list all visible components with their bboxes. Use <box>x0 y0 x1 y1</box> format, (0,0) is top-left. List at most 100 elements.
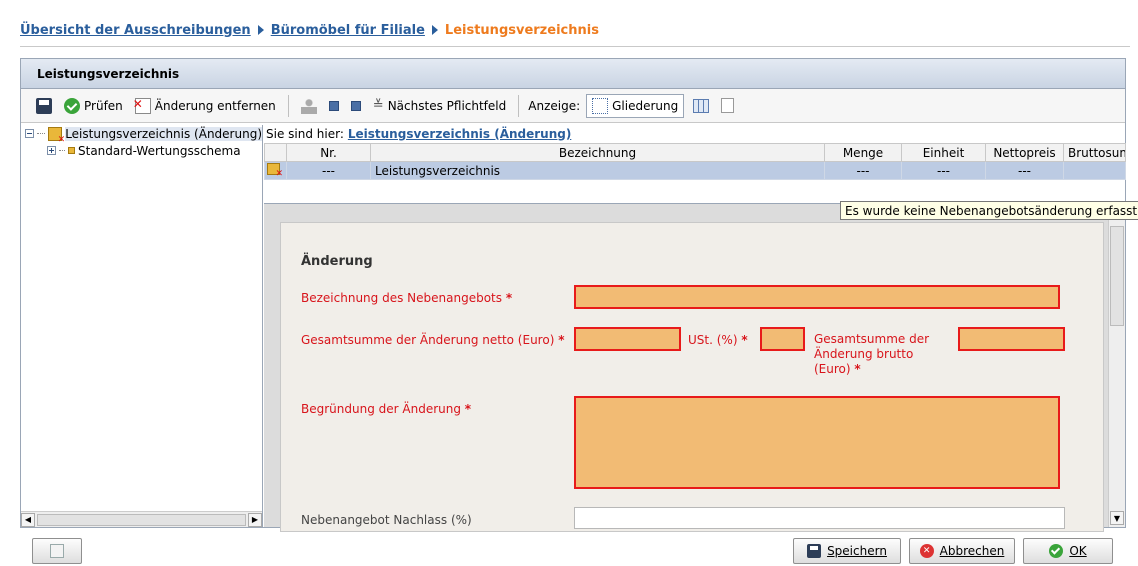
nachlass-field[interactable] <box>574 507 1065 529</box>
remove-change-label: Änderung entfernen <box>154 98 276 113</box>
ust-field[interactable] <box>760 327 805 351</box>
print-button[interactable] <box>32 538 82 564</box>
cancel-button[interactable]: ✕ Abbrechen <box>909 538 1015 564</box>
node-icon <box>68 147 75 154</box>
change-form: Änderung Bezeichnung des Nebenangebots *… <box>280 222 1104 532</box>
check-button-label: Prüfen <box>84 98 123 113</box>
save-icon <box>807 544 822 558</box>
panel-title: Leistungsverzeichnis <box>37 66 180 81</box>
move-up-button[interactable] <box>326 94 342 118</box>
toolbar-separator <box>287 94 289 117</box>
breadcrumb-link-overview[interactable]: Übersicht der Ausschreibungen <box>20 23 251 38</box>
required-marker: * <box>854 362 861 376</box>
breadcrumb-separator-icon <box>257 25 264 35</box>
cancel-button-label: Abbrechen <box>939 544 1005 558</box>
tree-item-root-label: Leistungsverzeichnis (Änderung) <box>65 126 262 141</box>
tree-item-child[interactable]: Standard-Wertungsschema <box>21 142 262 159</box>
next-required-field-label: Nächstes Pflichtfeld <box>387 98 507 113</box>
begruendung-label: Begründung der Änderung * <box>301 402 471 417</box>
table-view-button[interactable] <box>690 94 712 118</box>
items-table: Nr. Bezeichnung Menge Einheit Nettopreis… <box>264 143 1126 180</box>
table-icon <box>693 98 710 113</box>
content-pane: Sie sind hier: Leistungsverzeichnis (Änd… <box>264 125 1138 532</box>
bezeichnung-field[interactable] <box>574 285 1060 309</box>
tree-connector <box>37 133 46 134</box>
cell-nr: --- <box>286 161 371 180</box>
breadcrumb-separator-icon <box>431 25 438 35</box>
cell-bruttosumme <box>1063 161 1126 180</box>
location-bar: Sie sind hier: Leistungsverzeichnis (Änd… <box>264 125 1125 143</box>
column-header-menge[interactable]: Menge <box>824 143 902 162</box>
sort-icon: ≚ <box>372 98 384 113</box>
cancel-icon: ✕ <box>919 544 934 558</box>
required-marker: * <box>505 291 513 305</box>
required-marker: * <box>558 333 565 347</box>
tree-item-child-label: Standard-Wertungsschema <box>78 143 241 158</box>
bezeichnung-label-text: Bezeichnung des Nebenangebots <box>301 291 502 305</box>
check-icon <box>64 97 80 114</box>
column-header-nr[interactable]: Nr. <box>286 143 371 162</box>
outline-view-label: Gliederung <box>612 98 679 113</box>
scroll-left-icon[interactable]: ◀ <box>21 512 35 527</box>
column-header-einheit[interactable]: Einheit <box>901 143 986 162</box>
column-header-bezeichnung[interactable]: Bezeichnung <box>370 143 825 162</box>
location-link[interactable]: Leistungsverzeichnis (Änderung) <box>348 127 571 141</box>
bottom-bar: Speichern ✕ Abbrechen OK <box>0 530 1138 566</box>
breadcrumb-current: Leistungsverzeichnis <box>444 22 599 38</box>
begruendung-textarea[interactable] <box>574 396 1060 489</box>
document-icon <box>721 98 735 113</box>
remove-change-button[interactable]: Änderung entfernen <box>132 94 279 118</box>
required-marker: * <box>741 333 748 347</box>
ok-button-label: OK <box>1069 544 1087 558</box>
scroll-right-icon[interactable]: ▶ <box>248 512 262 527</box>
brutto-field[interactable] <box>958 327 1065 351</box>
cell-bezeichnung: Leistungsverzeichnis <box>370 161 825 180</box>
brutto-label-line: (Euro) <box>814 362 851 376</box>
move-down-button[interactable] <box>348 94 364 118</box>
tree-item-root[interactable]: Leistungsverzeichnis (Änderung) <box>21 125 262 142</box>
ok-button[interactable]: OK <box>1023 538 1113 564</box>
row-status-cell <box>264 161 287 180</box>
column-header-status <box>264 143 287 162</box>
save-toolbar-button[interactable] <box>33 94 55 118</box>
tree-pane: Leistungsverzeichnis (Änderung) Standard… <box>21 125 263 527</box>
remove-document-icon <box>133 97 151 114</box>
bezeichnung-label: Bezeichnung des Nebenangebots * <box>301 291 512 306</box>
save-icon <box>36 97 52 114</box>
scroll-thumb[interactable] <box>37 513 246 526</box>
toolbar-separator <box>518 94 520 117</box>
table-row[interactable]: --- Leistungsverzeichnis --- --- --- <box>264 161 1126 180</box>
column-header-nettopreis[interactable]: Nettopreis <box>985 143 1064 162</box>
save-button[interactable]: Speichern <box>793 538 901 564</box>
person-icon <box>300 97 317 114</box>
save-button-label: Speichern <box>827 544 887 558</box>
user-button[interactable] <box>298 94 320 118</box>
outline-view-toggle[interactable]: Gliederung <box>586 93 685 118</box>
ok-icon <box>1049 544 1064 558</box>
begruendung-label-text: Begründung der Änderung <box>301 402 461 416</box>
next-required-field-button[interactable]: ≚ Nächstes Pflichtfeld <box>370 94 509 118</box>
breadcrumb-link-tender[interactable]: Büromöbel für Filiale <box>271 23 425 38</box>
horizontal-scrollbar[interactable]: ◀ ▶ <box>21 511 262 527</box>
document-view-button[interactable] <box>718 94 737 118</box>
collapse-icon[interactable] <box>25 129 34 138</box>
netto-field[interactable] <box>574 327 681 351</box>
brutto-label: Gesamtsumme der Änderung brutto (Euro) * <box>814 332 929 377</box>
expand-icon[interactable] <box>47 146 56 155</box>
scroll-thumb[interactable] <box>1110 226 1124 326</box>
cell-nettopreis: --- <box>985 161 1064 180</box>
breadcrumb: Übersicht der Ausschreibungen Büromöbel … <box>20 20 599 40</box>
vertical-scrollbar[interactable]: ▼ <box>1108 204 1125 527</box>
tree-connector <box>59 150 65 151</box>
scroll-down-icon[interactable]: ▼ <box>1110 511 1124 525</box>
form-area: Änderung Bezeichnung des Nebenangebots *… <box>264 203 1125 532</box>
validation-tooltip: Es wurde keine Nebenangebotsänderung erf… <box>840 201 1138 220</box>
square-icon <box>328 100 339 111</box>
brutto-label-line: Änderung brutto <box>814 347 914 361</box>
brutto-label-line: Gesamtsumme der <box>814 332 930 346</box>
toolbar: Prüfen Änderung entfernen ≚ Nächstes Pfl… <box>21 89 1125 123</box>
cell-menge: --- <box>824 161 902 180</box>
column-header-bruttosumme[interactable]: Bruttosum... <box>1063 143 1126 162</box>
check-button[interactable]: Prüfen <box>61 94 126 118</box>
folder-error-icon <box>48 126 65 142</box>
